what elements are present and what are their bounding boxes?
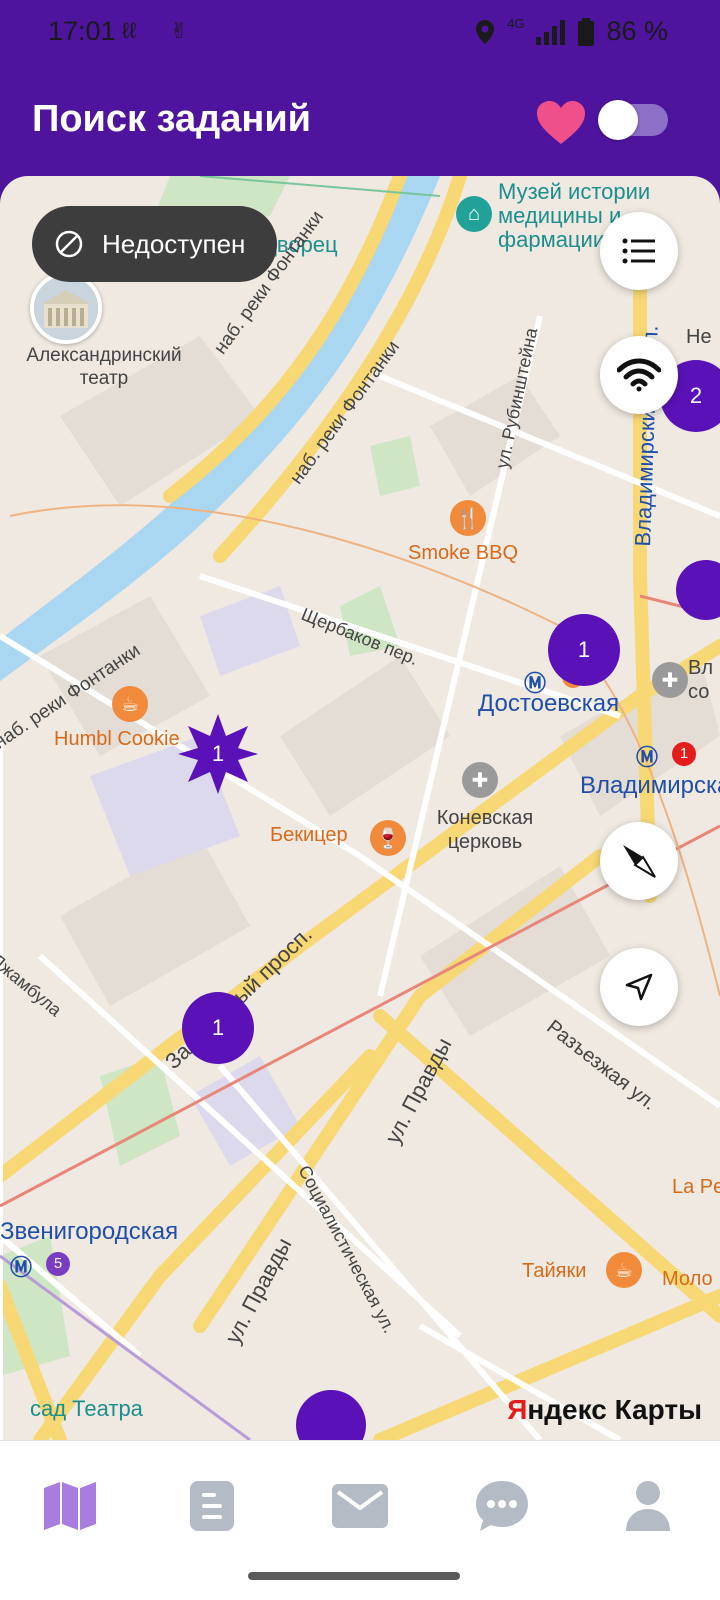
status-chip-label: Недоступен (102, 228, 246, 259)
map-label-la-pe: La Pe (672, 1176, 720, 1198)
metro-line-1-badge: 1 (672, 742, 696, 766)
map-label-taiyaki: Тайяки (522, 1260, 587, 1282)
map-icon (44, 1482, 96, 1530)
yandex-logo-text: ндекс Карты (527, 1394, 702, 1425)
compass-icon (623, 845, 656, 878)
theatre-building-icon (34, 276, 98, 340)
battery-percent: 86 % (606, 16, 668, 46)
map-label-humbl-cookie: Humbl Cookie (54, 728, 180, 750)
map-label-bekitser: Бекицер (270, 824, 348, 846)
cafe-icon-2: ☕ (606, 1252, 642, 1288)
tab-profile[interactable] (612, 1471, 684, 1541)
home-indicator[interactable] (248, 1572, 460, 1580)
mail-icon (332, 1484, 388, 1528)
toggle-knob (598, 100, 638, 140)
restaurant-icon: 🍴 (450, 500, 486, 536)
status-time: 17:01 (48, 16, 116, 46)
network-type: 4G (507, 16, 525, 31)
availability-toggle[interactable] (598, 100, 668, 140)
profile-icon (626, 1481, 670, 1531)
location-arrow-icon (625, 973, 653, 1001)
peace-hand-icon: ✌ (170, 18, 189, 43)
yandex-logo-y: Я (507, 1394, 528, 1425)
task-star-marker[interactable]: 1 (176, 712, 260, 796)
task-cluster[interactable]: 1 (182, 992, 254, 1064)
tab-orders[interactable] (176, 1471, 248, 1541)
wifi-icon (617, 358, 661, 392)
tab-chat[interactable] (466, 1471, 538, 1541)
notification-icon: ℓℓ (122, 18, 137, 43)
metro-m-icon: Ⓜ (524, 671, 547, 696)
signal-icon (536, 19, 566, 45)
task-star-count: 1 (211, 741, 225, 766)
task-cluster[interactable]: 1 (548, 614, 620, 686)
church-icon-2: ✚ (652, 662, 688, 698)
metro-line-5-badge: 5 (46, 1252, 70, 1276)
metro-m-icon-2: Ⓜ (636, 745, 659, 770)
map-label-molo: Моло (662, 1268, 713, 1290)
status-right: 4G 86 % (475, 16, 668, 47)
tab-messages[interactable] (324, 1471, 396, 1541)
map-label-vl: Вл со (688, 657, 714, 703)
tab-map[interactable] (34, 1471, 106, 1541)
orders-icon (190, 1481, 234, 1531)
status-chip[interactable]: Недоступен (32, 206, 278, 282)
map-label-konevskaya: Коневская церковь (436, 807, 534, 853)
favorites-heart-icon[interactable] (536, 100, 586, 146)
list-icon (622, 238, 655, 264)
metro-m-icon-3: Ⓜ (10, 1255, 33, 1280)
cafe-icon: ☕ (112, 686, 148, 722)
map-label-smoke-bbq: Smoke BBQ (408, 542, 519, 564)
page-title: Поиск заданий (32, 98, 312, 140)
map-view[interactable]: Музей истории медицины и фармации ⌂ Двор… (0, 176, 720, 1440)
museum-icon: ⌂ (456, 196, 492, 232)
church-icon: ✚ (462, 762, 498, 798)
map-label-dostoevskaya: Достоевская (478, 690, 620, 717)
map-label-theatre: Александринский театр (26, 345, 182, 389)
battery-icon (578, 17, 595, 46)
map-label-ne: Не (686, 326, 712, 348)
compass-button[interactable] (600, 822, 678, 900)
my-location-button[interactable] (600, 948, 678, 1026)
theatre-photo-marker[interactable] (30, 272, 102, 344)
unavailable-icon (55, 230, 83, 258)
bar-icon: 🍷 (370, 820, 406, 856)
yandex-maps-logo: Яндекс Карты (507, 1394, 702, 1426)
map-label-sad: сад Театра (30, 1396, 143, 1421)
list-view-button[interactable] (600, 212, 678, 290)
map-label-vladimirskaya: Владимирская (580, 772, 720, 799)
chat-icon (476, 1481, 528, 1531)
connection-button[interactable] (600, 336, 678, 414)
location-pin-icon (476, 19, 495, 44)
map-label-zvenigorodskaya: Звенигородская (0, 1218, 179, 1245)
status-bar: 17:01 ℓℓ ✌ 4G 86 % (0, 0, 720, 64)
